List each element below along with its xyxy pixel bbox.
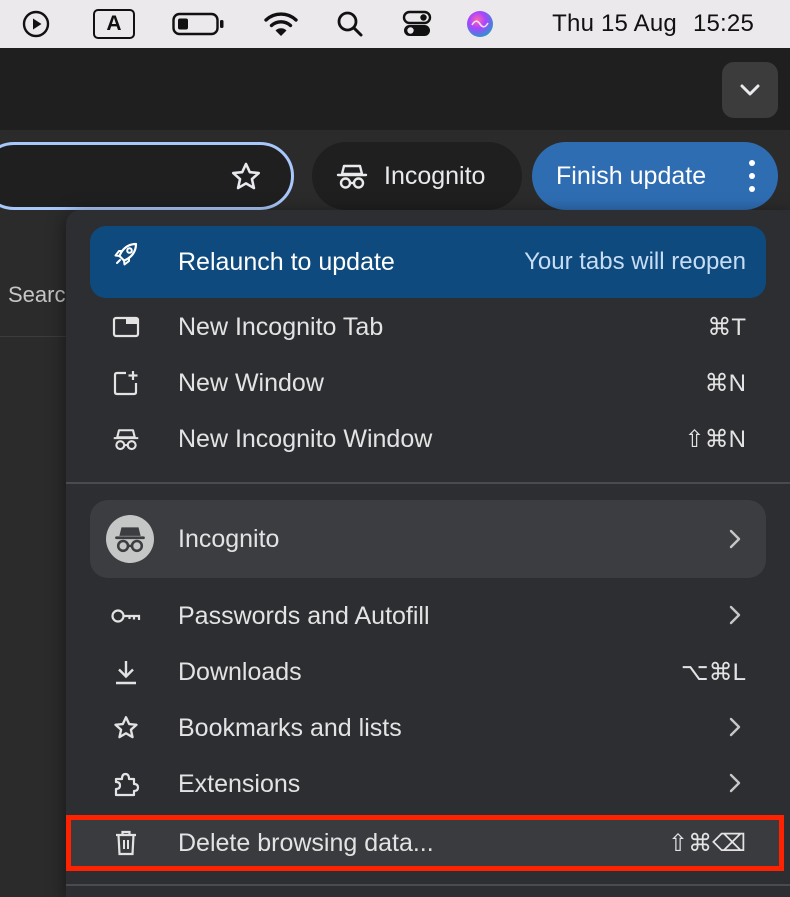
puzzle-icon xyxy=(106,756,146,812)
input-source-letter: A xyxy=(93,9,135,39)
trash-icon xyxy=(106,815,146,871)
toolbar: Incognito Finish update xyxy=(0,130,790,222)
download-icon xyxy=(106,644,146,700)
kebab-menu-icon[interactable] xyxy=(748,160,756,192)
menu-item-extensions[interactable]: Extensions xyxy=(90,756,766,812)
finish-update-button[interactable]: Finish update xyxy=(532,142,778,210)
tab-strip xyxy=(0,48,790,130)
menu-item-passwords[interactable]: Passwords and Autofill xyxy=(90,588,766,644)
chevron-right-icon xyxy=(729,773,741,793)
incognito-avatar-icon xyxy=(115,527,145,553)
menu-item-shortcut: ⇧⌘N xyxy=(684,425,746,453)
menu-item-new-window[interactable]: New Window ⌘N xyxy=(90,355,766,411)
menu-item-label: New Window xyxy=(178,368,324,397)
menubar-clock[interactable]: Thu 15 Aug 15:25 xyxy=(552,0,754,48)
star-icon xyxy=(106,700,146,756)
keyboard-input-a-icon[interactable]: A xyxy=(92,0,136,48)
menu-item-label: Extensions xyxy=(178,769,301,798)
new-window-icon xyxy=(106,355,146,411)
menu-divider xyxy=(66,482,790,484)
page-divider xyxy=(0,336,70,337)
menu-item-label: Delete browsing data... xyxy=(178,828,434,857)
profile-item-incognito[interactable]: Incognito xyxy=(90,500,766,578)
siri-icon[interactable] xyxy=(464,0,496,48)
profile-label: Incognito xyxy=(178,524,280,553)
menu-item-delete-browsing-data[interactable]: Delete browsing data... ⇧⌘⌫ xyxy=(90,815,766,871)
menu-item-shortcut: ⇧⌘⌫ xyxy=(667,829,746,857)
macos-menubar: A Thu 15 Aug 15:25 xyxy=(0,0,790,48)
chevron-right-icon xyxy=(729,529,741,549)
menu-item-shortcut: ⌥⌘L xyxy=(680,658,746,686)
menu-item-shortcut: ⌘N xyxy=(704,369,746,397)
wifi-icon[interactable] xyxy=(262,0,300,48)
battery-icon[interactable] xyxy=(172,0,226,48)
chevron-down-icon xyxy=(740,84,760,96)
menu-item-label: Bookmarks and lists xyxy=(178,713,402,742)
chevron-right-icon xyxy=(729,717,741,737)
tab-search-button[interactable] xyxy=(722,62,778,118)
menubar-time: 15:25 xyxy=(692,10,754,37)
tab-icon xyxy=(106,299,146,355)
chevron-right-icon xyxy=(729,605,741,625)
menu-item-label: Passwords and Autofill xyxy=(178,601,430,630)
address-bar[interactable] xyxy=(0,142,294,210)
incognito-icon xyxy=(106,411,146,467)
menu-item-bookmarks[interactable]: Bookmarks and lists xyxy=(90,700,766,756)
menu-item-new-incognito-window[interactable]: New Incognito Window ⇧⌘N xyxy=(90,411,766,467)
menu-item-label: New Incognito Tab xyxy=(178,312,384,341)
chrome-app-menu: Relaunch to update Your tabs will reopen… xyxy=(66,210,790,897)
incognito-chip-label: Incognito xyxy=(384,161,486,190)
menu-item-label: New Incognito Window xyxy=(178,424,433,453)
relaunch-to-update-item[interactable]: Relaunch to update Your tabs will reopen xyxy=(90,226,766,298)
menu-item-new-incognito-tab[interactable]: New Incognito Tab ⌘T xyxy=(90,299,766,355)
relaunch-label: Relaunch to update xyxy=(178,247,395,276)
incognito-chip[interactable]: Incognito xyxy=(312,142,522,210)
control-center-icon[interactable] xyxy=(400,0,434,48)
play-circle-icon[interactable] xyxy=(20,0,52,48)
rocket-icon xyxy=(106,226,146,282)
finish-update-label: Finish update xyxy=(556,161,707,190)
bookmark-star-icon[interactable] xyxy=(229,160,263,194)
menubar-date: Thu 15 Aug xyxy=(552,10,677,37)
menu-item-downloads[interactable]: Downloads ⌥⌘L xyxy=(90,644,766,700)
menu-item-shortcut: ⌘T xyxy=(707,313,746,341)
menu-divider-bottom xyxy=(66,884,790,886)
key-icon xyxy=(106,588,146,644)
avatar xyxy=(106,515,154,563)
incognito-icon xyxy=(336,164,368,189)
relaunch-hint: Your tabs will reopen xyxy=(524,248,746,275)
menu-item-label: Downloads xyxy=(178,657,302,686)
search-icon[interactable] xyxy=(334,0,366,48)
page-search-fragment: Searc xyxy=(8,282,66,307)
